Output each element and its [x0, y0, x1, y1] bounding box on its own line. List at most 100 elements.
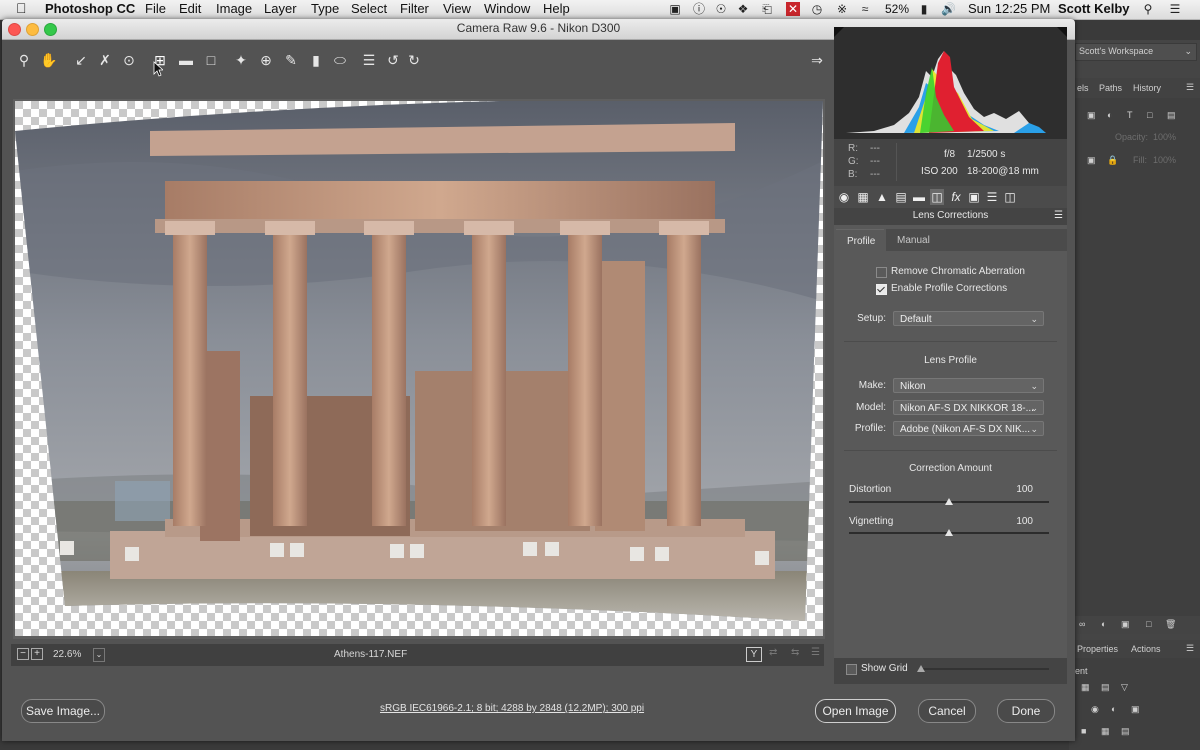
tab-profile[interactable]: Profile	[836, 229, 884, 252]
distortion-slider-thumb[interactable]	[945, 498, 953, 505]
zoom-window-icon[interactable]	[44, 23, 57, 36]
lens-corrections-icon[interactable]: ◫	[930, 189, 944, 205]
color-sampler-tool-icon[interactable]: ✗	[94, 46, 116, 74]
smart-filter-icon[interactable]: ▤	[1167, 110, 1176, 121]
menu-file[interactable]: File	[145, 1, 166, 16]
spot-removal-tool-icon[interactable]: ✦	[230, 46, 252, 74]
tab-actions[interactable]: Actions	[1131, 644, 1161, 654]
close-window-icon[interactable]	[8, 23, 21, 36]
lock-pixels-icon[interactable]: ▣	[1087, 155, 1096, 166]
hue-icon[interactable]: ◐	[1111, 704, 1116, 714]
show-grid-checkbox[interactable]	[846, 664, 857, 675]
cancel-button[interactable]: Cancel	[918, 699, 976, 723]
workflow-options-link[interactable]: sRGB IEC61966-2.1; 8 bit; 4288 by 2848 (…	[380, 703, 644, 714]
adobe-icon[interactable]: ✕	[786, 2, 800, 16]
sync-icon[interactable]: ☉	[714, 2, 728, 16]
tab-layers[interactable]: els	[1077, 83, 1089, 93]
menu-help[interactable]: Help	[543, 1, 570, 16]
new-layer-icon[interactable]: □	[1146, 619, 1151, 629]
minimize-window-icon[interactable]	[26, 23, 39, 36]
fx-icon[interactable]: fx	[949, 189, 963, 205]
zoom-dropdown-icon[interactable]: ⌄	[93, 648, 105, 662]
info-circle-icon[interactable]: ⓘ	[692, 2, 706, 16]
time-machine-icon[interactable]: ◷	[810, 2, 824, 16]
detail-icon[interactable]: ▲	[875, 189, 889, 205]
open-image-button[interactable]: Open Image	[815, 699, 896, 723]
zoom-tool-icon[interactable]: ⚲	[13, 46, 35, 74]
straighten-tool-icon[interactable]: ▬	[175, 46, 197, 74]
lock-icon[interactable]: ⎗	[760, 2, 774, 16]
grid-size-track[interactable]	[919, 668, 1049, 670]
facetime-icon[interactable]: ▣	[668, 2, 682, 16]
full-screen-icon[interactable]: ⇒	[806, 46, 828, 74]
profile-select[interactable]: Adobe (Nikon AF-S DX NIK... ⌄	[893, 421, 1044, 436]
tab-paths[interactable]: Paths	[1099, 83, 1122, 93]
photo-filter-icon[interactable]: ▣	[1131, 704, 1140, 715]
make-select[interactable]: Nikon ⌄	[893, 378, 1044, 393]
fill-value[interactable]: 100%	[1153, 155, 1176, 165]
menu-layer[interactable]: Layer	[264, 1, 297, 16]
hsl-icon[interactable]: ▤	[894, 189, 908, 205]
preferences-icon[interactable]: ☰	[358, 46, 380, 74]
rotate-left-icon[interactable]: ↺	[382, 46, 404, 74]
exposure-icon[interactable]: ▽	[1121, 682, 1128, 693]
model-select[interactable]: Nikon AF-S DX NIKKOR 18-... ⌄	[893, 400, 1044, 415]
photo-preview[interactable]	[15, 101, 823, 636]
rotate-right-icon[interactable]: ↻	[403, 46, 425, 74]
toggle-settings-icon[interactable]: ☰	[811, 647, 820, 658]
vignetting-slider-thumb[interactable]	[945, 529, 953, 536]
trash-icon[interactable]: 🗑	[1165, 619, 1176, 630]
menu-filter[interactable]: Filter	[400, 1, 429, 16]
targeted-adjustment-tool-icon[interactable]: ⊙	[118, 46, 140, 74]
menu-type[interactable]: Type	[311, 1, 339, 16]
app-menu[interactable]: Photoshop CC	[45, 1, 135, 16]
vibrance-icon[interactable]: ◉	[1091, 704, 1099, 715]
presets-icon[interactable]: ☰	[985, 189, 999, 205]
camera-calibration-icon[interactable]: ▣	[967, 189, 981, 205]
before-after-toggle[interactable]: Y	[746, 647, 762, 662]
spotlight-icon[interactable]: ⚲	[1141, 2, 1155, 16]
split-toning-icon[interactable]: ▬	[912, 189, 926, 205]
done-button[interactable]: Done	[997, 699, 1055, 723]
menu-edit[interactable]: Edit	[179, 1, 201, 16]
setup-select[interactable]: Default ⌄	[893, 311, 1044, 326]
hand-tool-icon[interactable]: ✋	[38, 46, 60, 74]
tab-manual[interactable]: Manual	[886, 229, 941, 251]
enable-profile-checkbox[interactable]	[876, 284, 887, 295]
adjust-filter-icon[interactable]: ◐	[1107, 110, 1112, 120]
zoom-level[interactable]: 22.6%	[53, 649, 81, 660]
lock-all-icon[interactable]: 🔒	[1107, 155, 1118, 166]
red-eye-tool-icon[interactable]: ⊕	[255, 46, 277, 74]
battery-icon[interactable]: ▮	[915, 2, 933, 16]
panel-menu-icon[interactable]: ☰	[1186, 643, 1194, 654]
swap-icon[interactable]: ⇄	[769, 647, 777, 658]
pixel-filter-icon[interactable]: ▣	[1087, 110, 1096, 121]
volume-icon[interactable]: 🔊	[941, 2, 956, 16]
radial-filter-icon[interactable]: ⬭	[329, 46, 351, 74]
clock[interactable]: Sun 12:25 PM	[968, 1, 1050, 16]
menu-image[interactable]: Image	[216, 1, 252, 16]
menu-window[interactable]: Window	[484, 1, 530, 16]
adjustment-brush-icon[interactable]: ✎	[280, 46, 302, 74]
bluetooth-icon[interactable]: ※	[835, 2, 849, 16]
notification-icon[interactable]: ☰	[1168, 2, 1182, 16]
panel-menu-icon[interactable]: ☰	[1186, 82, 1194, 93]
transform-tool-icon[interactable]: □	[200, 46, 222, 74]
distortion-value[interactable]: 100	[1016, 484, 1033, 495]
apple-icon[interactable]: 	[16, 0, 27, 16]
tab-history[interactable]: History	[1133, 83, 1161, 93]
type-filter-icon[interactable]: T	[1127, 110, 1133, 120]
user-name[interactable]: Scott Kelby	[1058, 1, 1130, 16]
dropbox-icon[interactable]: ❖	[736, 2, 750, 16]
levels-icon[interactable]: ▦	[1081, 682, 1090, 693]
invert-icon[interactable]: ■	[1081, 726, 1086, 736]
vignetting-value[interactable]: 100	[1016, 516, 1033, 527]
snapshots-icon[interactable]: ◫	[1003, 189, 1017, 205]
adjust-layer-icon[interactable]: ◐	[1101, 619, 1106, 629]
zoom-in-icon[interactable]: +	[31, 648, 43, 660]
menu-select[interactable]: Select	[351, 1, 387, 16]
zoom-out-icon[interactable]: −	[17, 648, 29, 660]
tab-properties[interactable]: Properties	[1077, 644, 1118, 654]
save-image-button[interactable]: Save Image...	[21, 699, 105, 723]
panel-menu-icon[interactable]: ☰	[1054, 208, 1063, 224]
